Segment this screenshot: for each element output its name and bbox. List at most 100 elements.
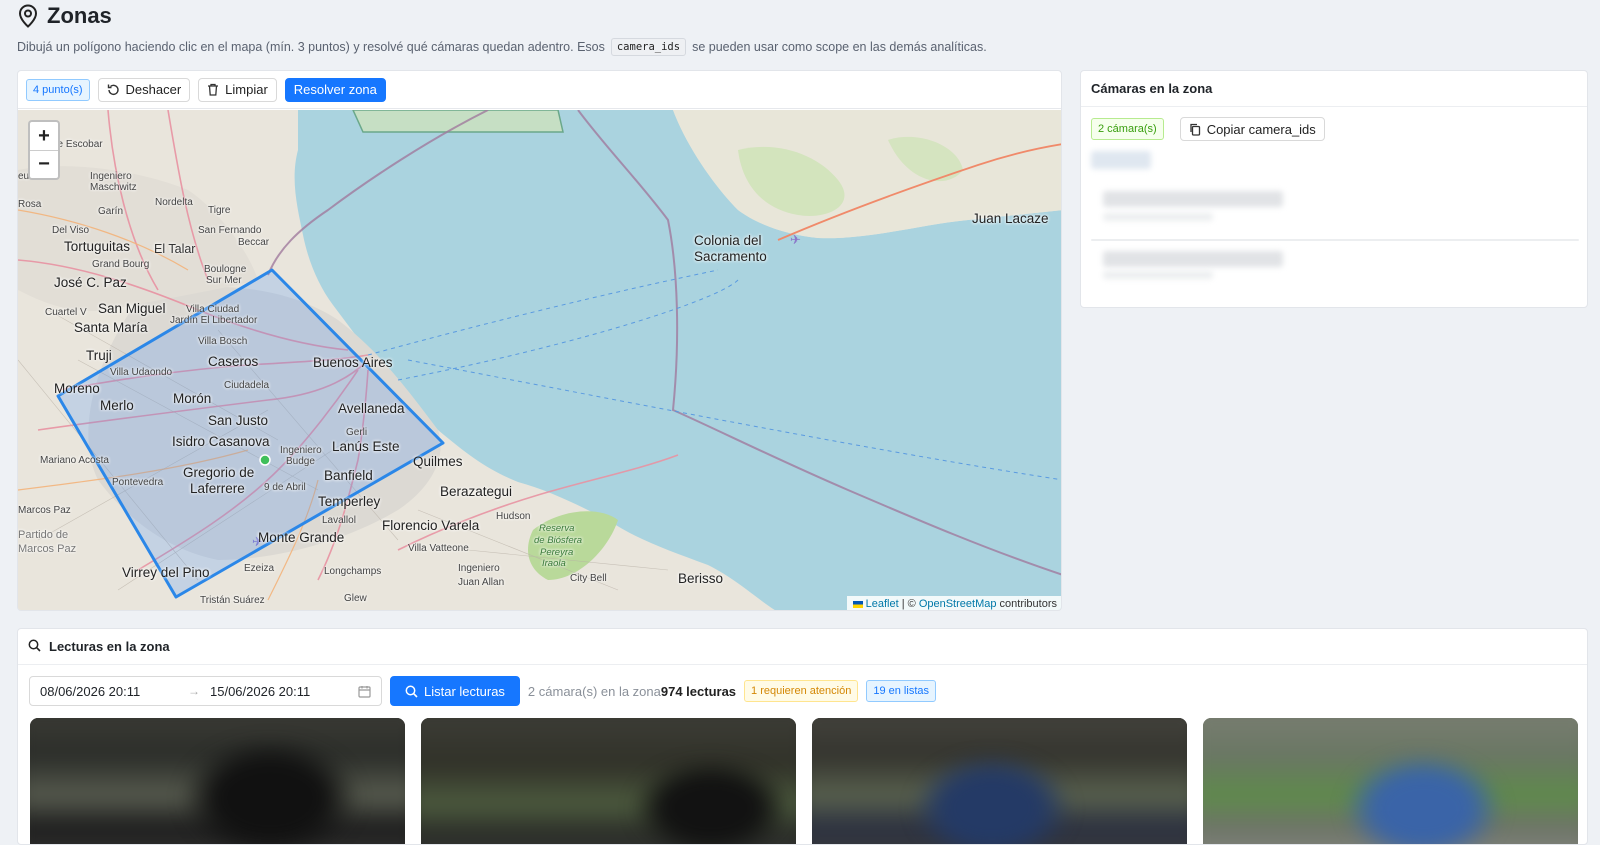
subtitle-text-end: se pueden usar como scope en las demás a… (692, 40, 987, 54)
clear-button[interactable]: Limpiar (198, 77, 277, 102)
map-place-label: Virrey del Pino (122, 565, 210, 580)
svg-text:✈: ✈ (790, 232, 801, 247)
map-place-label: Temperley (318, 494, 381, 509)
map-place-label: Del Viso (52, 225, 90, 236)
clear-label: Limpiar (225, 82, 268, 97)
date-range-arrow: → (188, 684, 200, 698)
osm-link[interactable]: OpenStreetMap (919, 598, 997, 610)
map-pin-icon (17, 4, 39, 28)
zoom-control: + − (28, 120, 60, 180)
map-place-label: Cuartel V (45, 307, 87, 318)
map-place-label: Iraola (542, 558, 566, 569)
map-place-label: Caseros (208, 354, 259, 369)
map-place-label: Berazategui (440, 484, 513, 499)
attribution-sep: | © (898, 598, 919, 610)
map-place-label: José C. Paz (54, 275, 127, 290)
readings-card: Lecturas en la zona 08/06/2026 20:11 → 1… (17, 628, 1588, 845)
map-place-label: Villa Bosch (198, 336, 248, 347)
page-header: Zonas Dibujá un polígono haciendo clic e… (17, 2, 1577, 56)
undo-icon (107, 83, 120, 96)
list-readings-button[interactable]: Listar lecturas (390, 676, 520, 706)
map-place-label: Gregorio de (183, 465, 255, 480)
map-place-label: Juan Allan (458, 577, 505, 588)
map-place-label: Buenos Aires (313, 355, 393, 370)
map-place-label: Mariano Acosta (40, 455, 109, 466)
camera-count-tag: 2 cámara(s) (1091, 118, 1164, 140)
page-title: Zonas (47, 3, 112, 28)
readings-thumbnails (30, 718, 1578, 844)
map-place-label: Ciudadela (224, 380, 270, 391)
cameras-tools: 2 cámara(s) Copiar camera_ids (1081, 107, 1587, 141)
map-place-label: Pontevedra (112, 477, 164, 488)
attribution-tail: contributors (996, 598, 1057, 610)
search-icon (28, 639, 41, 655)
map-canvas[interactable]: ✈ ✈ de EscobareuIngenieroMaschwitzRosaGa… (18, 110, 1061, 610)
date-from-input[interactable]: 08/06/2026 20:11 (40, 684, 188, 699)
map-place-label: Maschwitz (90, 182, 137, 193)
map-place-label: San Justo (208, 413, 269, 428)
map-place-label: Sur Mer (206, 275, 242, 286)
date-to-input[interactable]: 15/06/2026 20:11 (210, 684, 358, 699)
list-readings-label: Listar lecturas (424, 683, 505, 699)
map-place-label: Juan Lacaze (972, 211, 1049, 226)
map-place-label: Beccar (238, 237, 270, 248)
reading-thumbnail[interactable] (421, 718, 796, 844)
cameras-in-zone-card: Cámaras en la zona 2 cámara(s) Copiar ca… (1080, 70, 1588, 308)
reading-thumbnail[interactable] (30, 718, 405, 844)
map-place-label: Merlo (100, 398, 134, 413)
map-place-label: 9 de Abril (264, 482, 306, 493)
search-icon (405, 685, 418, 698)
cameras-card-title: Cámaras en la zona (1081, 71, 1587, 107)
ukraine-flag-icon (852, 600, 863, 608)
zoom-in-button[interactable]: + (30, 122, 58, 150)
map-place-label: El Talar (154, 242, 196, 256)
blurred-camera-item[interactable] (1103, 251, 1283, 267)
trash-icon (207, 83, 219, 96)
resolve-zone-button[interactable]: Resolver zona (284, 77, 386, 102)
map-place-label: Moreno (54, 381, 100, 396)
map-place-label: Villa Vatteone (408, 543, 469, 554)
blurred-camera-item-meta (1103, 213, 1213, 221)
blurred-camera-item-meta (1103, 271, 1213, 279)
map-place-label: Nordelta (155, 197, 193, 208)
copy-camera-ids-button[interactable]: Copiar camera_ids (1179, 117, 1325, 141)
map-place-label: Longchamps (324, 566, 382, 577)
map-place-label: Laferrere (190, 481, 245, 496)
camera-list-divider (1091, 239, 1579, 241)
map-place-label: San Miguel (98, 301, 166, 316)
reading-thumbnail[interactable] (1203, 718, 1578, 844)
map-place-label: Tristán Suárez (200, 595, 265, 606)
readings-card-header: Lecturas en la zona (18, 629, 1587, 665)
undo-label: Deshacer (125, 82, 182, 97)
map-place-label: Berisso (678, 571, 724, 586)
map-place-label: Tortuguitas (64, 239, 131, 254)
map-place-label: Marcos Paz (18, 505, 71, 516)
map-place-label: Grand Bourg (92, 259, 150, 270)
map-place-label: Quilmes (413, 454, 463, 469)
map-place-label: Isidro Casanova (172, 434, 270, 449)
date-range-picker[interactable]: 08/06/2026 20:11 → 15/06/2026 20:11 (29, 676, 382, 706)
zoom-out-button[interactable]: − (30, 150, 58, 178)
map-place-label: Tigre (208, 205, 231, 216)
map-place-label: Sacramento (694, 249, 767, 264)
in-lists-tag: 19 en listas (866, 680, 936, 702)
calendar-icon (358, 685, 371, 698)
subtitle-text: Dibujá un polígono haciendo clic en el m… (17, 40, 605, 54)
readings-filters: 08/06/2026 20:11 → 15/06/2026 20:11 List… (18, 665, 1587, 717)
map-place-label: Morón (173, 391, 212, 406)
map-place-label: Lavallol (322, 515, 356, 526)
reading-thumbnail[interactable] (812, 718, 1187, 844)
cameras-in-zone-text: 2 cámara(s) en la zona (527, 683, 661, 699)
page-subtitle: Dibujá un polígono haciendo clic en el m… (17, 38, 1577, 56)
attention-tag: 1 requieren atención (744, 680, 859, 702)
map-place-label: City Bell (570, 573, 607, 584)
map-place-label: Truji (86, 348, 112, 363)
points-count-tag: 4 punto(s) (26, 78, 90, 101)
map-place-label: Colonia del (694, 233, 762, 248)
map-place-label: Gerli (346, 427, 368, 438)
blurred-camera-item[interactable] (1103, 191, 1283, 207)
readings-card-title: Lecturas en la zona (49, 639, 170, 654)
leaflet-link[interactable]: Leaflet (866, 598, 899, 610)
undo-button[interactable]: Deshacer (97, 77, 191, 102)
map-place-label: Jardín El Libertador (170, 315, 258, 326)
